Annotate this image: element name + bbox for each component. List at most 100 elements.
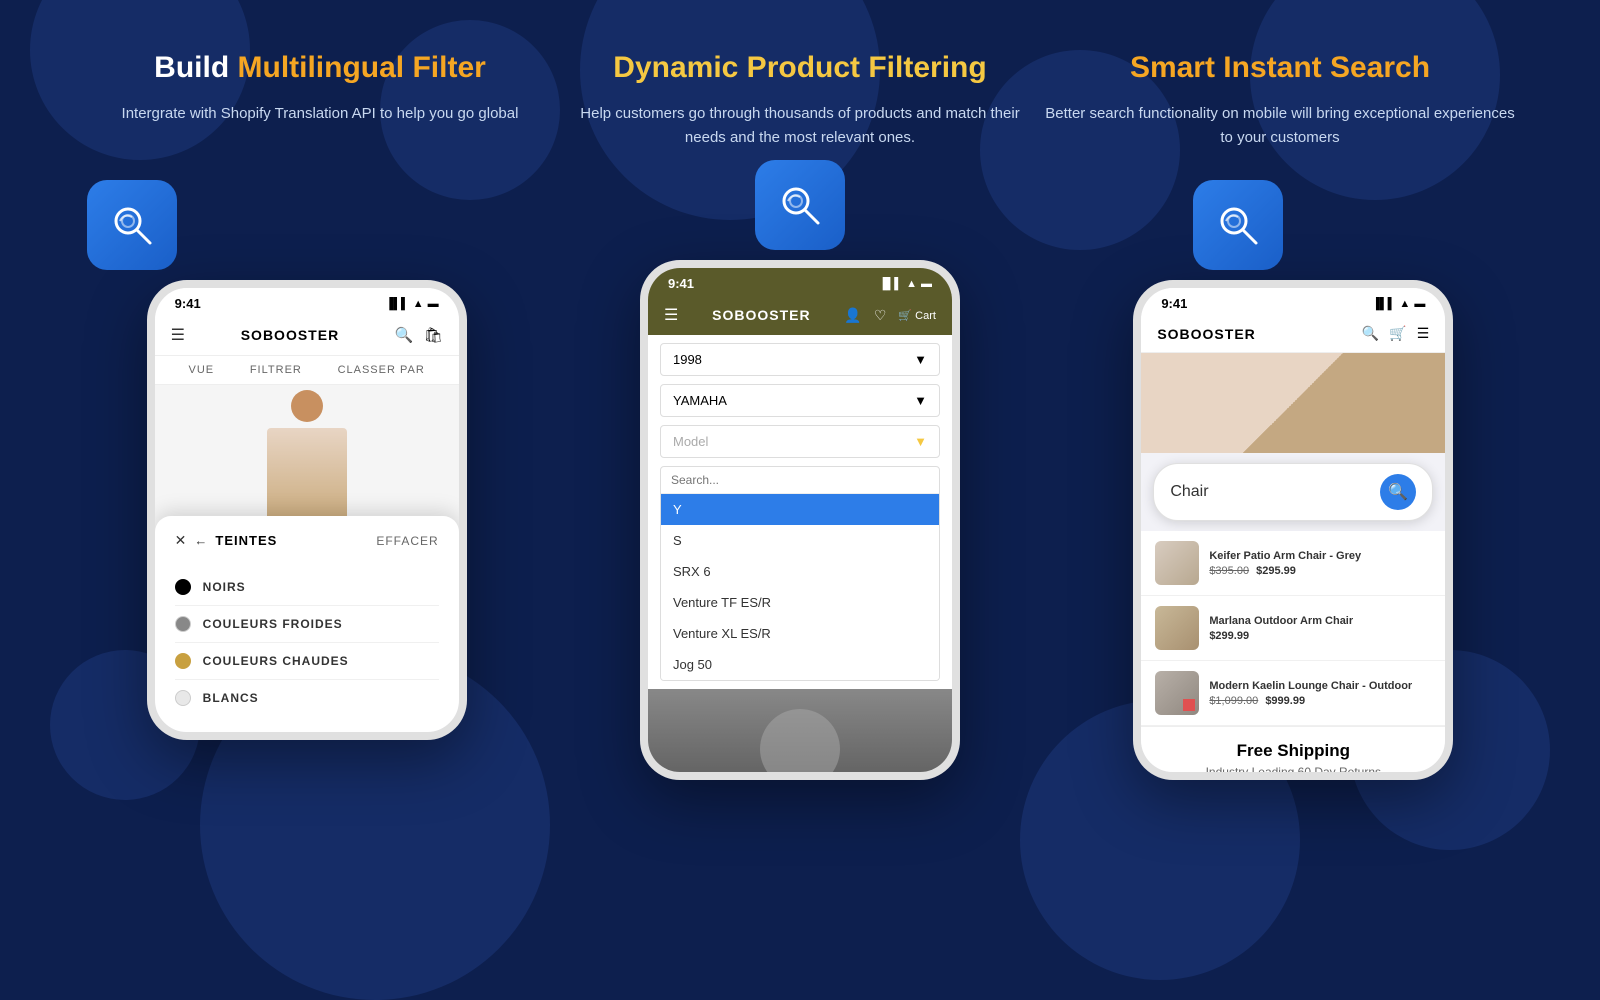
- phone2-select-model[interactable]: Model ▼: [660, 425, 940, 458]
- phone2-dropdown-search[interactable]: [661, 467, 939, 494]
- phone2-status-bar: 9:41 ▐▌▌ ▲ ▬: [648, 268, 952, 295]
- phone2-time: 9:41: [668, 276, 694, 291]
- phone2-model-arrow: ▼: [914, 434, 927, 449]
- phone2-signal-icon: ▐▌▌: [879, 278, 902, 290]
- phone3-result-3-original: $1,099.00: [1209, 695, 1258, 707]
- filter-panel-title: TEINTES: [215, 533, 277, 548]
- phone3-result-2-info: Marlana Outdoor Arm Chair $299.99: [1209, 614, 1431, 642]
- search-filter-icon-2: [774, 179, 826, 231]
- phone3-result-3[interactable]: Modern Kaelin Lounge Chair - Outdoor $1,…: [1141, 661, 1445, 726]
- filter-dot-noirs: [175, 579, 191, 595]
- phone2-nav-icons: 👤 ♡ 🛒 Cart: [844, 307, 936, 324]
- filter-option-chaudes[interactable]: COULEURS CHAUDES: [175, 643, 439, 680]
- filter-option-noirs[interactable]: NOIRS: [175, 569, 439, 606]
- filter-label-blancs: BLANCS: [203, 691, 259, 705]
- search-filter-icon: [106, 199, 158, 251]
- phone2-dropdown: Y S SRX 6 Venture TF ES/R Venture XL ES/…: [660, 466, 940, 681]
- feature-search-desc: Better search functionality on mobile wi…: [1040, 102, 1520, 150]
- phone1-tab-vue[interactable]: VUE: [189, 364, 215, 376]
- phone1-bag-icon[interactable]: 🛍: [424, 326, 443, 344]
- filter-option-froides[interactable]: COULEURS FROIDES: [175, 606, 439, 643]
- filter-dot-blancs: [175, 690, 191, 706]
- battery-icon: ▬: [428, 298, 439, 310]
- filter-option-blancs[interactable]: BLANCS: [175, 680, 439, 716]
- phone3-result-2-sale: $299.99: [1209, 630, 1249, 642]
- phone1-brand: SOBOOSTER: [241, 327, 339, 343]
- phone2-battery-icon: ▬: [921, 278, 932, 290]
- phone2-select-brand[interactable]: YAMAHA ▼: [660, 384, 940, 417]
- phone1-nav-icons: 🔍 🛍: [395, 326, 443, 344]
- phone3-result-2[interactable]: Marlana Outdoor Arm Chair $299.99: [1141, 596, 1445, 661]
- phone2-wrapper: 9:41 ▐▌▌ ▲ ▬ ☰ SOBOOSTER 👤 ♡ 🛒 Cart: [640, 160, 960, 780]
- phone3-status-bar: 9:41 ▐▌▌ ▲ ▬: [1141, 288, 1445, 315]
- phone1-status-icons: ▐▌▌ ▲ ▬: [385, 298, 438, 310]
- phone2-dropdown-item-3[interactable]: Venture TF ES/R: [661, 587, 939, 618]
- phone3: 9:41 ▐▌▌ ▲ ▬ SOBOOSTER 🔍 🛒 ☰: [1133, 280, 1453, 780]
- phones-section: 9:41 ▐▌▌ ▲ ▬ ☰ SOBOOSTER 🔍 🛍 VUE FIL: [0, 200, 1600, 780]
- phone2-model-value: Model: [673, 434, 708, 449]
- phone2-select-year[interactable]: 1998 ▼: [660, 343, 940, 376]
- phone3-nav-icons: 🔍 🛒 ☰: [1362, 325, 1429, 342]
- phone3-result-1-price: $395.00 $295.99: [1209, 565, 1431, 577]
- phone3-result-2-name: Marlana Outdoor Arm Chair: [1209, 614, 1431, 628]
- phone2-search-input[interactable]: [671, 473, 929, 487]
- phone2-dropdown-item-1[interactable]: S: [661, 525, 939, 556]
- filter-label-chaudes: COULEURS CHAUDES: [203, 654, 349, 668]
- phone1-search-icon[interactable]: 🔍: [395, 326, 414, 344]
- phone3-cart-icon[interactable]: 🛒: [1389, 325, 1406, 342]
- phone2-dropdown-item-0[interactable]: Y: [661, 494, 939, 525]
- phone1-tab-classer[interactable]: CLASSER PAR: [338, 364, 425, 376]
- hamburger-icon[interactable]: ☰: [171, 325, 185, 345]
- phone3-search-icon-inner: 🔍: [1388, 482, 1408, 502]
- phone1-status-bar: 9:41 ▐▌▌ ▲ ▬: [155, 288, 459, 315]
- wifi-icon: ▲: [413, 298, 424, 310]
- filter-panel-header: ✕ ← TEINTES EFFACER: [175, 532, 439, 549]
- phone3-result-3-image: [1155, 671, 1199, 715]
- phone3-result-1-image: [1155, 541, 1199, 585]
- phone3-search-button[interactable]: 🔍: [1380, 474, 1416, 510]
- phone3-battery-icon: ▬: [1414, 298, 1425, 310]
- phone2-brand: SOBOOSTER: [712, 307, 810, 323]
- feature-search: Smart Instant Search Better search funct…: [1040, 50, 1520, 180]
- phone2-cart-icon[interactable]: 🛒 Cart: [898, 309, 936, 322]
- filter-dot-chaudes: [175, 653, 191, 669]
- phone3-result-2-price: $299.99: [1209, 630, 1431, 642]
- phone2-year-value: 1998: [673, 352, 702, 367]
- feature-dynamic-desc: Help customers go through thousands of p…: [560, 102, 1040, 150]
- feature-multilingual-title: Build Multilingual Filter: [80, 50, 560, 86]
- app-icon-2: [755, 160, 845, 250]
- phone3-search-bar[interactable]: Chair 🔍: [1153, 463, 1433, 521]
- phone1-wrapper: 9:41 ▐▌▌ ▲ ▬ ☰ SOBOOSTER 🔍 🛍 VUE FIL: [147, 180, 467, 740]
- phone2-dropdown-item-2[interactable]: SRX 6: [661, 556, 939, 587]
- phone3-result-3-name: Modern Kaelin Lounge Chair - Outdoor: [1209, 679, 1431, 693]
- phone3-wifi-icon: ▲: [1399, 298, 1410, 310]
- phone2-dropdown-item-4[interactable]: Venture XL ES/R: [661, 618, 939, 649]
- signal-icon: ▐▌▌: [385, 298, 408, 310]
- filter-clear-button[interactable]: EFFACER: [376, 534, 438, 548]
- filter-close-icon[interactable]: ✕: [175, 532, 187, 549]
- phone2-product-image: [648, 689, 952, 780]
- phone2-year-arrow: ▼: [914, 352, 927, 367]
- phone3-result-3-price: $1,099.00 $999.99: [1209, 695, 1431, 707]
- phone2-account-icon[interactable]: 👤: [844, 307, 861, 324]
- phone3-result-2-image: [1155, 606, 1199, 650]
- phone2-header: ☰ SOBOOSTER 👤 ♡ 🛒 Cart: [648, 295, 952, 335]
- search-filter-icon-3: [1212, 199, 1264, 251]
- phone3-menu-icon[interactable]: ☰: [1417, 325, 1430, 342]
- phone3-result-1-original: $395.00: [1209, 565, 1249, 577]
- phone3-result-1[interactable]: Keifer Patio Arm Chair - Grey $395.00 $2…: [1141, 531, 1445, 596]
- phone3-signal-icon: ▐▌▌: [1372, 298, 1395, 310]
- phone1-time: 9:41: [175, 296, 201, 311]
- phone2-status-icons: ▐▌▌ ▲ ▬: [879, 278, 932, 290]
- phone2-brand-arrow: ▼: [914, 393, 927, 408]
- phone3-search-text: Chair: [1170, 483, 1208, 501]
- phone1-tab-filtrer[interactable]: FILTRER: [250, 364, 302, 376]
- phone2-wishlist-icon[interactable]: ♡: [874, 307, 887, 324]
- phone3-search-icon[interactable]: 🔍: [1362, 325, 1379, 342]
- phone2-hamburger-icon[interactable]: ☰: [664, 305, 678, 325]
- filter-dot-froides: [175, 616, 191, 632]
- filter-label-noirs: NOIRS: [203, 580, 246, 594]
- phone2-dropdown-item-5[interactable]: Jog 50: [661, 649, 939, 680]
- phone2-wifi-icon: ▲: [906, 278, 917, 290]
- feature-multilingual: Build Multilingual Filter Intergrate wit…: [80, 50, 560, 180]
